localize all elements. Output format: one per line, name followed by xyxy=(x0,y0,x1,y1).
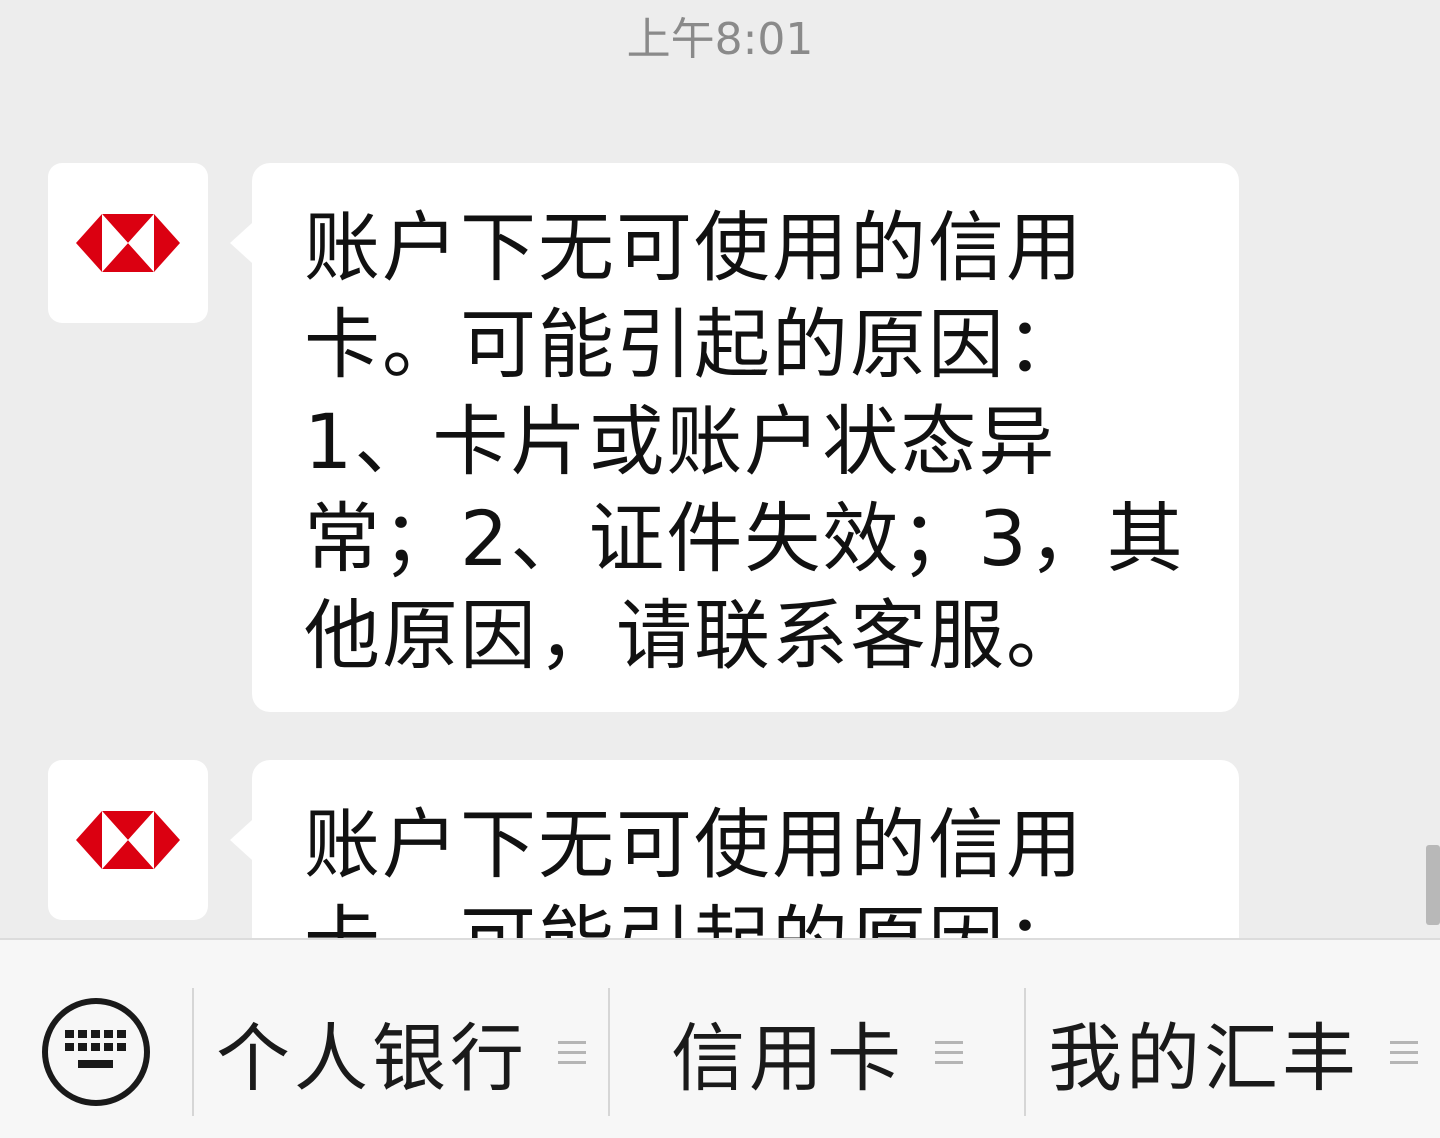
menu-item-personal-banking[interactable]: 个人银行 xyxy=(194,988,608,1116)
hsbc-logo-icon xyxy=(76,811,180,869)
keyboard-toggle-button[interactable] xyxy=(42,998,150,1106)
bottom-menu-bar: 个人银行 信用卡 我的汇丰 xyxy=(0,938,1440,1138)
message-timestamp: 上午8:01 xyxy=(626,14,814,65)
menu-item-label: 我的汇丰 xyxy=(1048,1015,1360,1102)
message-bubble[interactable]: 账户下无可使用的信用卡。可能引起的原因：1、卡片或账户状态异常；2、证件失效；3… xyxy=(230,163,1239,712)
scrollbar-thumb[interactable] xyxy=(1426,845,1440,925)
message-bubble[interactable]: 账户下无可使用的信用卡。可能引起的原因：1、卡片 xyxy=(230,760,1239,938)
menu-item-my-hsbc[interactable]: 我的汇丰 xyxy=(1026,988,1440,1116)
hsbc-logo-icon xyxy=(76,214,180,272)
submenu-icon xyxy=(1390,1040,1418,1064)
chat-area[interactable]: 上午8:01 账户下无可使用的信用卡。可能引起的原因：1、卡片或账户状态异常；2… xyxy=(0,0,1440,938)
sender-avatar[interactable] xyxy=(48,760,208,920)
submenu-icon xyxy=(558,1040,586,1064)
submenu-icon xyxy=(935,1040,963,1064)
keyboard-icon xyxy=(65,1030,126,1068)
message-text: 账户下无可使用的信用卡。可能引起的原因：1、卡片或账户状态异常；2、证件失效；3… xyxy=(304,203,1185,680)
menu-item-label: 信用卡 xyxy=(671,1015,905,1102)
menu-item-credit-card[interactable]: 信用卡 xyxy=(610,988,1024,1116)
menu-item-label: 个人银行 xyxy=(216,1015,528,1102)
sender-avatar[interactable] xyxy=(48,163,208,323)
message-text: 账户下无可使用的信用卡。可能引起的原因：1、卡片 xyxy=(304,800,1084,938)
